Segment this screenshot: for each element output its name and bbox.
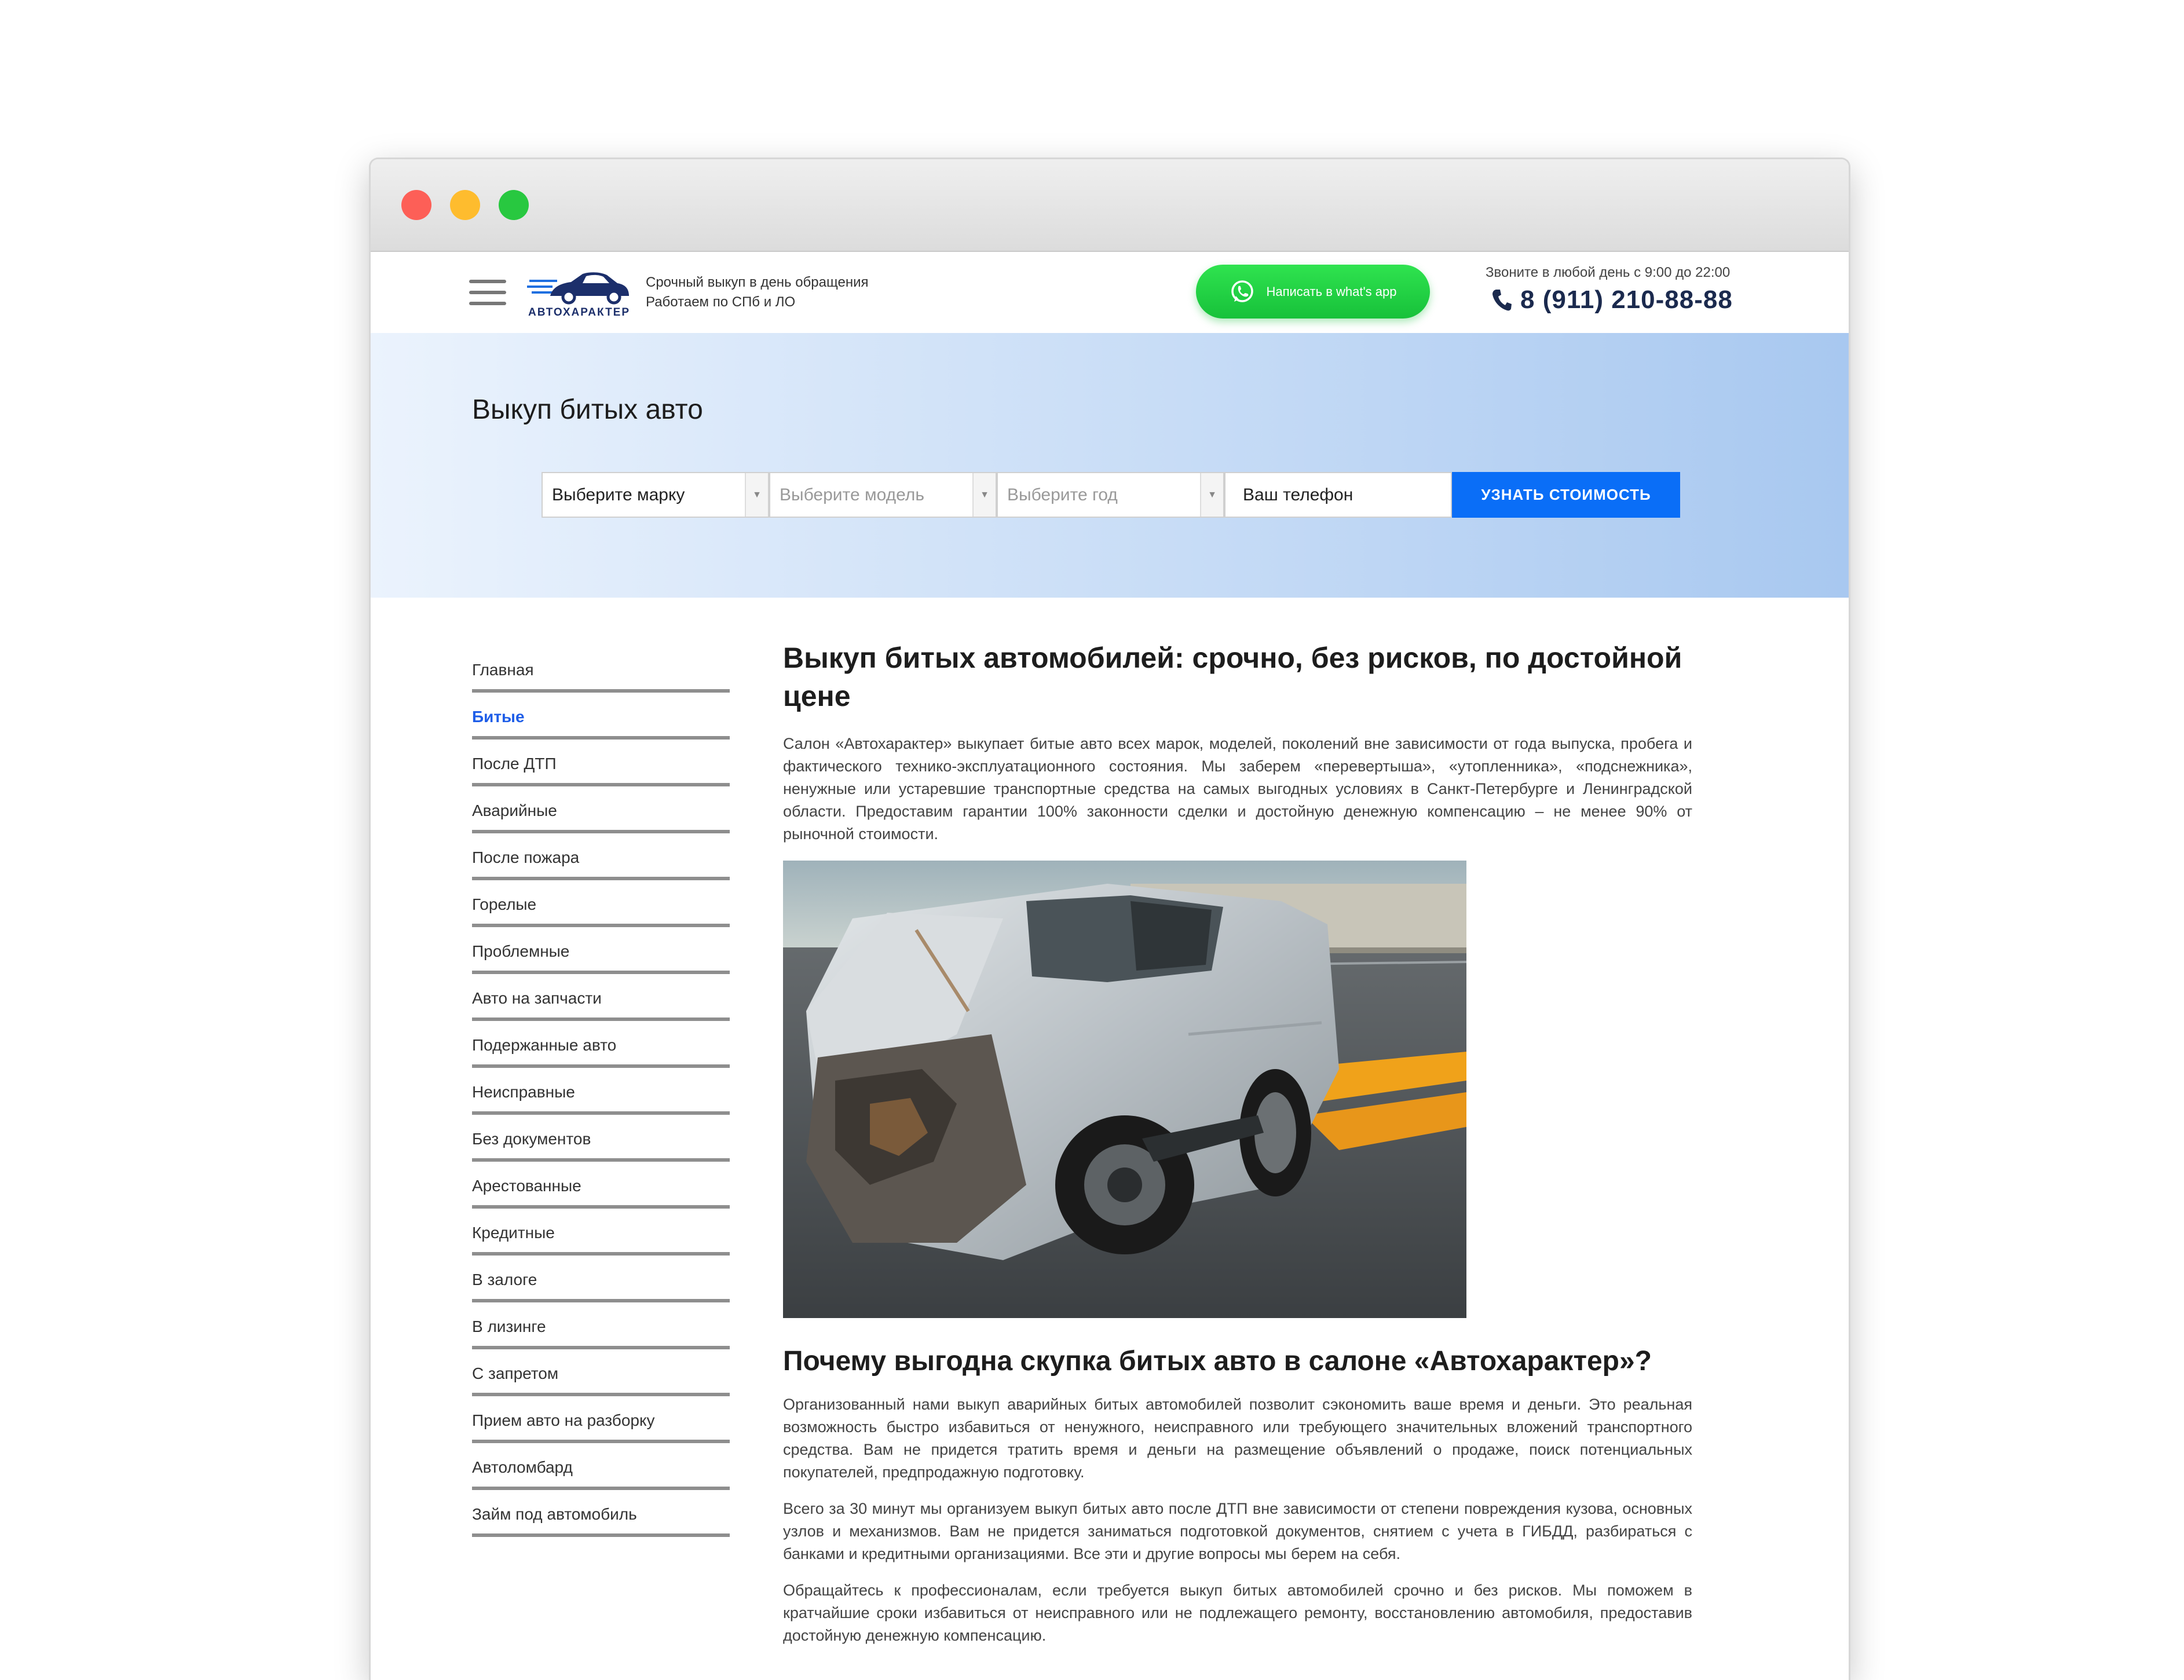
valuation-form: Выберите марку ▼ Выберите модель ▼ Выбер… bbox=[542, 472, 1680, 518]
site-header: АВТОХАРАКТЕР Срочный выкуп в день обраще… bbox=[371, 252, 1849, 333]
main-content: Выкуп битых автомобилей: срочно, без рис… bbox=[783, 639, 1692, 1647]
article-heading: Выкуп битых автомобилей: срочно, без рис… bbox=[783, 642, 1682, 712]
sidebar-item[interactable]: Кредитные bbox=[472, 1209, 730, 1256]
hero-banner: Выкуп битых авто Выберите марку ▼ Выбери… bbox=[371, 333, 1849, 598]
car-logo-icon bbox=[527, 272, 629, 305]
get-price-button[interactable]: УЗНАТЬ СТОИМОСТЬ bbox=[1452, 472, 1680, 518]
phone-number-text: 8 (911) 210-88-88 bbox=[1520, 286, 1733, 314]
sidebar-item[interactable]: Без документов bbox=[472, 1115, 730, 1162]
section-paragraph-3: Обращайтесь к профессионалам, если требу… bbox=[783, 1582, 1692, 1644]
close-window-button[interactable] bbox=[401, 190, 431, 220]
logo-text: АВТОХАРАКТЕР bbox=[528, 306, 631, 319]
window-titlebar bbox=[371, 159, 1849, 252]
sidebar-item[interactable]: Автоломбард bbox=[472, 1443, 730, 1490]
tagline-line-1: Срочный выкуп в день обращения bbox=[646, 274, 869, 290]
sidebar-item[interactable]: Прием авто на разборку bbox=[472, 1396, 730, 1443]
sidebar-item[interactable]: Горелые bbox=[472, 880, 730, 927]
phone-icon bbox=[1492, 290, 1512, 311]
sidebar-item[interactable]: После ДТП bbox=[472, 740, 730, 786]
brand-select[interactable]: Выберите марку ▼ bbox=[542, 472, 769, 518]
chevron-down-icon: ▼ bbox=[745, 473, 768, 517]
year-select[interactable]: Выберите год ▼ bbox=[997, 472, 1224, 518]
sidebar-item[interactable]: В залоге bbox=[472, 1256, 730, 1302]
chevron-down-icon: ▼ bbox=[1200, 473, 1223, 517]
sidebar-item[interactable]: После пожара bbox=[472, 833, 730, 880]
phone-number[interactable]: 8 (911) 210-88-88 bbox=[1491, 286, 1733, 314]
article-intro: Салон «Автохарактер» выкупает битые авто… bbox=[783, 735, 1692, 843]
hamburger-menu-icon[interactable] bbox=[469, 276, 506, 309]
sidebar-item[interactable]: Проблемные bbox=[472, 927, 730, 974]
chevron-down-icon: ▼ bbox=[972, 473, 996, 517]
sidebar-item[interactable]: Битые bbox=[472, 693, 730, 740]
section-paragraph-2: Всего за 30 минут мы организуем выкуп би… bbox=[783, 1500, 1692, 1562]
sidebar-item[interactable]: Арестованные bbox=[472, 1162, 730, 1209]
whatsapp-button[interactable]: Написать в what's app bbox=[1196, 265, 1430, 319]
call-hours-note: Звоните в любой день с 9:00 до 22:00 bbox=[1486, 265, 1731, 280]
phone-input[interactable] bbox=[1224, 472, 1452, 518]
whatsapp-button-label: Написать в what's app bbox=[1266, 284, 1397, 299]
sidebar-item[interactable]: С запретом bbox=[472, 1349, 730, 1396]
header-tagline: Срочный выкуп в день обращения Работаем … bbox=[646, 273, 868, 312]
sidebar-item[interactable]: Главная bbox=[472, 646, 730, 693]
sidebar-nav: Главная Битые После ДТП Аварийные После пожа… bbox=[472, 646, 730, 1537]
maximize-window-button[interactable] bbox=[499, 190, 529, 220]
sidebar-item[interactable]: Аварийные bbox=[472, 786, 730, 833]
model-select-value: Выберите модель bbox=[780, 485, 924, 504]
browser-window: АВТОХАРАКТЕР Срочный выкуп в день обраще… bbox=[369, 158, 1850, 1680]
tagline-line-2: Работаем по СПб и ЛО bbox=[646, 294, 796, 310]
sidebar-item[interactable]: В лизинге bbox=[472, 1302, 730, 1349]
damaged-car-photo bbox=[783, 861, 1466, 1318]
year-select-value: Выберите год bbox=[1007, 485, 1118, 504]
section-paragraph-1: Организованный нами выкуп аварийных биты… bbox=[783, 1396, 1692, 1481]
sidebar-item[interactable]: Авто на запчасти bbox=[472, 974, 730, 1021]
brand-select-value: Выберите марку bbox=[552, 485, 685, 504]
model-select[interactable]: Выберите модель ▼ bbox=[769, 472, 997, 518]
sidebar-item[interactable]: Займ под автомобиль bbox=[472, 1490, 730, 1537]
sidebar-item[interactable]: Подержанные авто bbox=[472, 1021, 730, 1068]
section-heading: Почему выгодна скупка битых авто в салон… bbox=[783, 1346, 1652, 1377]
sidebar-item[interactable]: Неисправные bbox=[472, 1068, 730, 1115]
whatsapp-icon bbox=[1231, 280, 1254, 302]
web-page: АВТОХАРАКТЕР Срочный выкуп в день обраще… bbox=[371, 252, 1849, 1680]
site-logo[interactable]: АВТОХАРАКТЕР bbox=[527, 269, 631, 319]
minimize-window-button[interactable] bbox=[450, 190, 480, 220]
hero-title: Выкуп битых авто bbox=[472, 394, 703, 425]
